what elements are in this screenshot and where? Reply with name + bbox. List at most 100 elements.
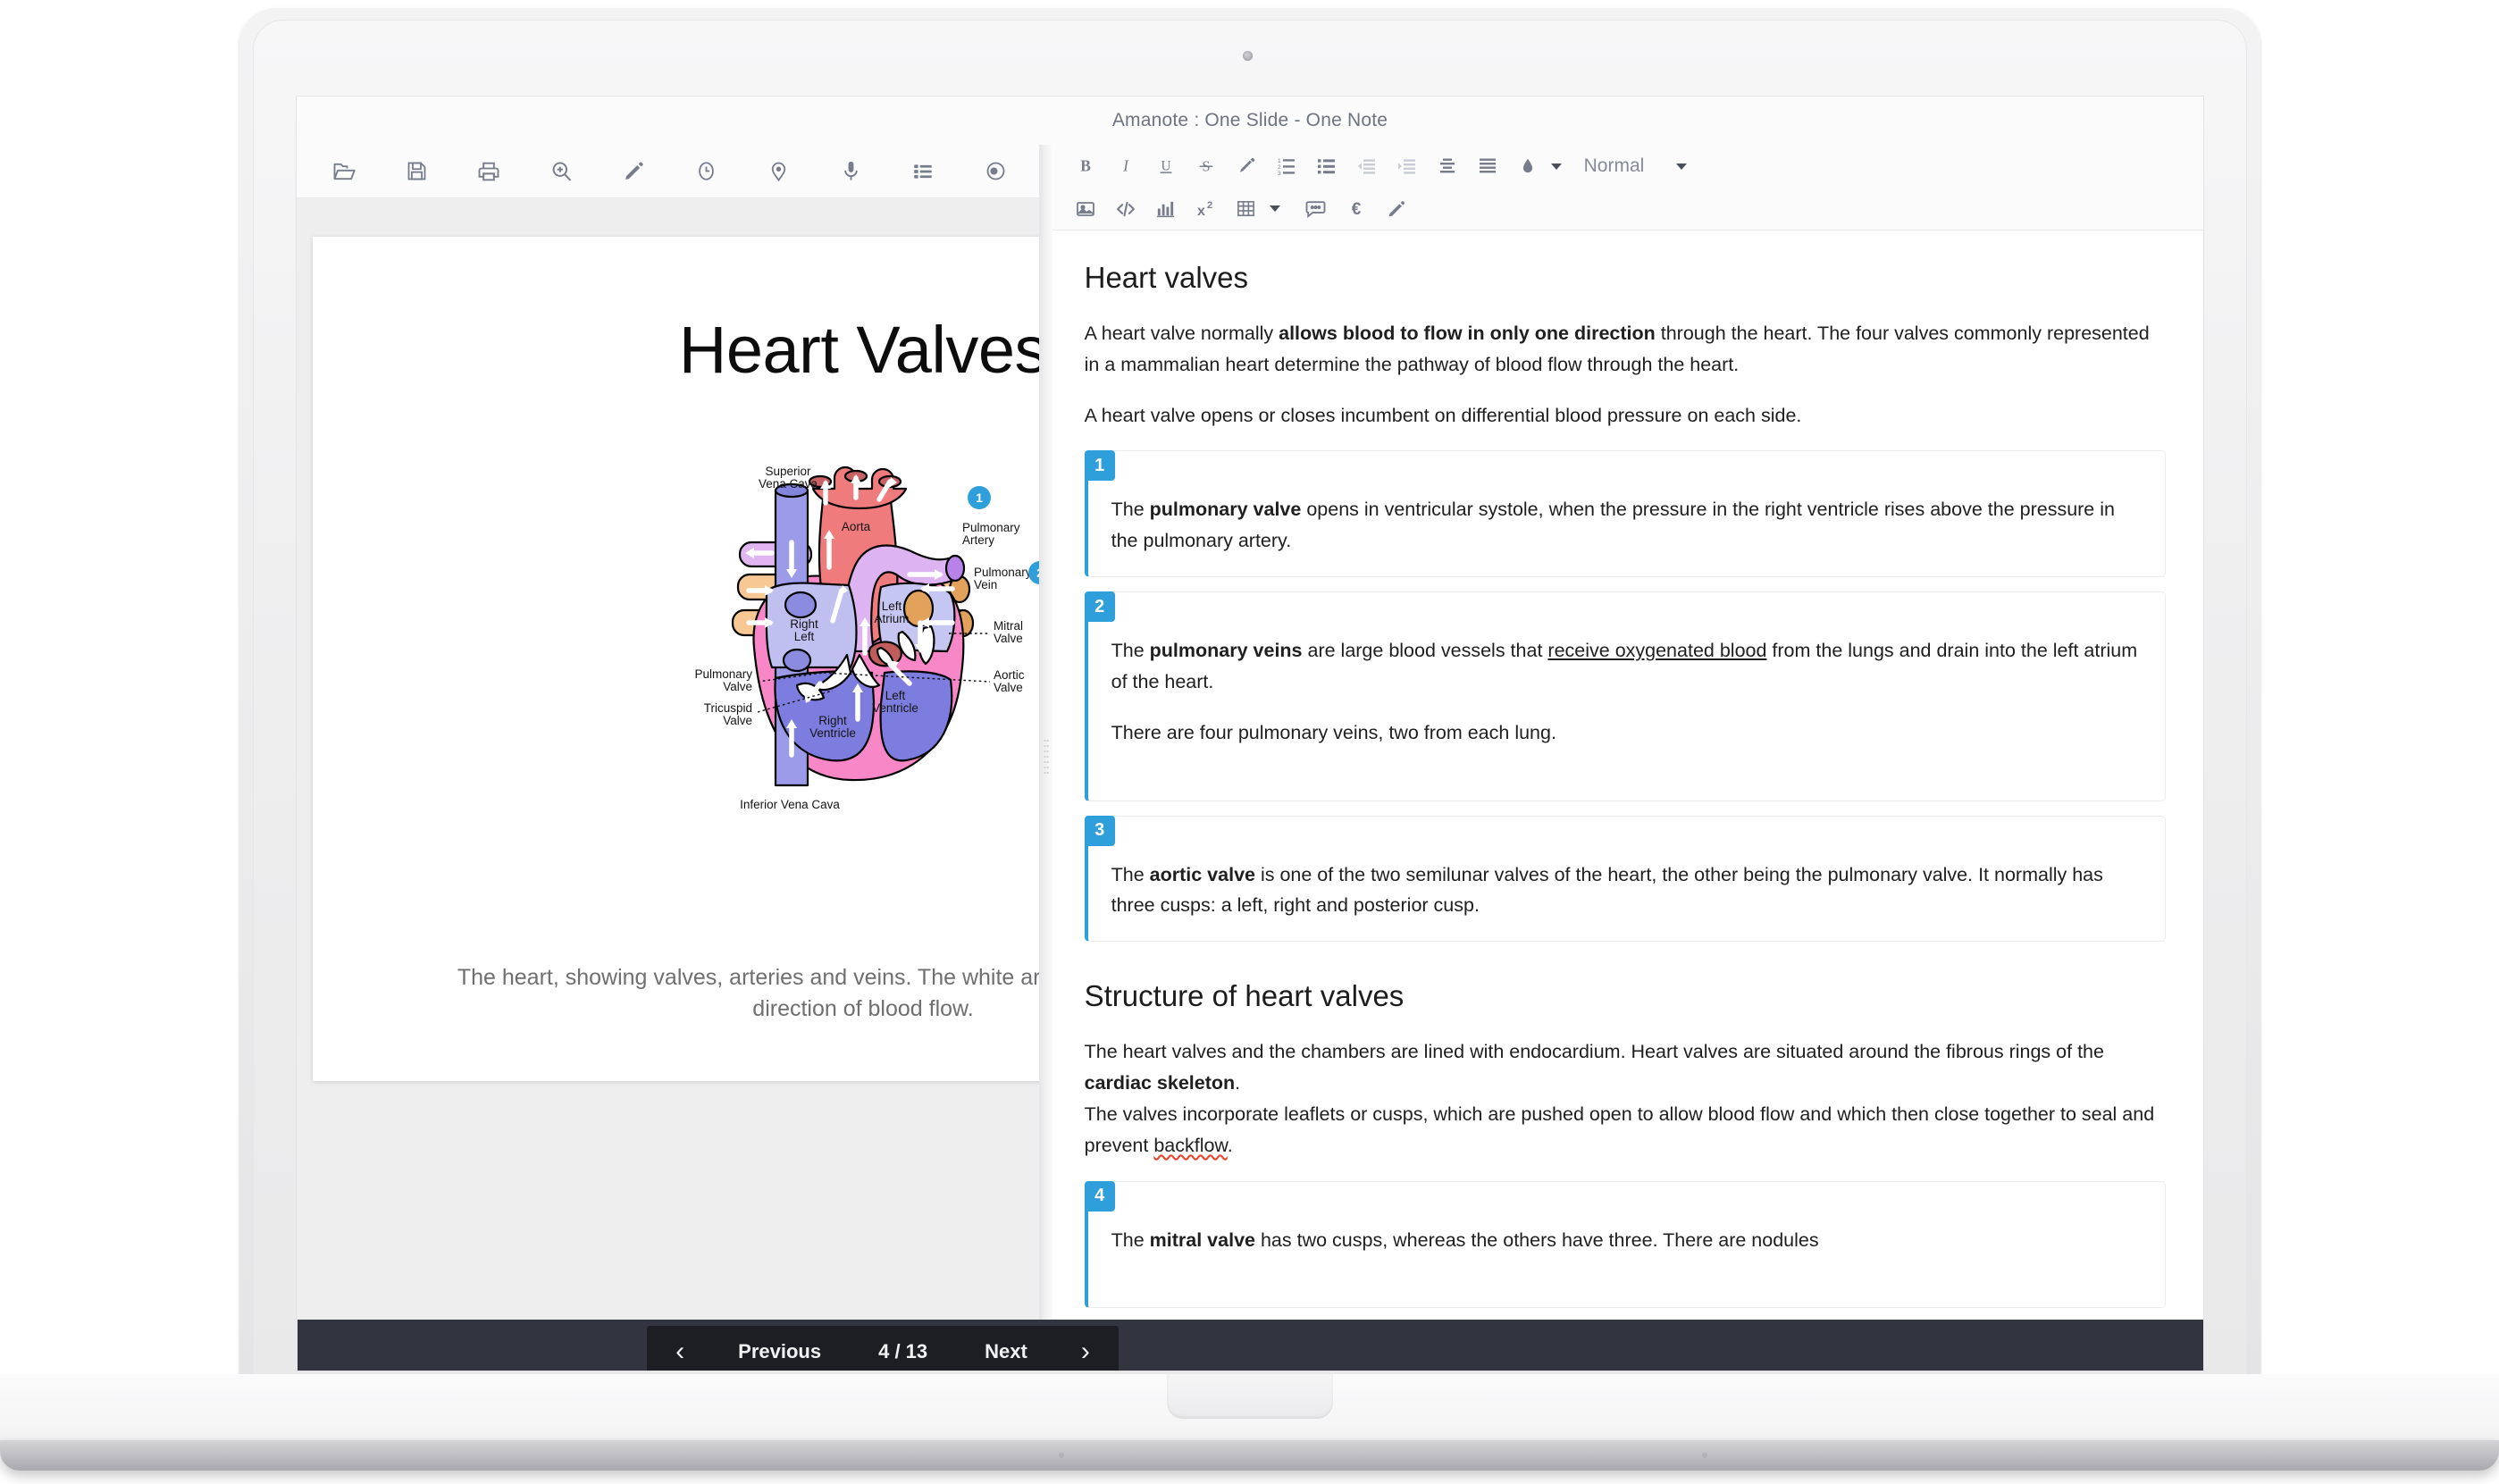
note-p1-bold-b: only one direction [1490, 323, 1656, 344]
callout-3-part-b: is one of the two semilunar valves of th… [1111, 864, 2103, 917]
window-titlebar: Amanote : One Slide - One Note [297, 96, 2203, 145]
clock-icon[interactable] [689, 155, 723, 189]
label-aortic-valve-line1: Aortic [994, 668, 1025, 682]
note-p4-misspelled-word: backflow [1153, 1135, 1227, 1156]
laptop-base-notch [1167, 1374, 1333, 1419]
label-right-ventricle-line2: Ventricle [809, 726, 856, 740]
label-mitral-valve-line2: Valve [994, 632, 1023, 645]
laptop-base-edge [0, 1440, 2499, 1471]
insert-image-icon[interactable] [1067, 192, 1104, 226]
label-pulmonary-vein-line2: Vein [974, 578, 997, 591]
zoom-in-icon[interactable] [544, 155, 578, 189]
slide-navigation-bar: ‹ Previous 4 / 13 Next › [298, 1320, 1468, 1371]
label-inferior-vena-cava: Inferior Vena Cava [740, 798, 840, 811]
callout-1-bold: pulmonary valve [1150, 499, 1302, 520]
paragraph-style-dropdown-icon[interactable] [1676, 163, 1687, 170]
open-file-icon[interactable] [327, 155, 361, 189]
list-icon[interactable] [906, 155, 940, 189]
print-icon[interactable] [472, 155, 506, 189]
svg-text:3: 3 [1278, 171, 1281, 177]
label-pulmonary-artery-line1: Pulmonary [962, 521, 1020, 534]
label-right-atrium-line1: Right [790, 617, 818, 631]
application-window: Amanote : One Slide - One Note [296, 96, 2204, 1371]
callout-4-part-b: has two cusps, whereas the others have t… [1255, 1229, 1819, 1251]
indent-icon[interactable] [1388, 149, 1426, 183]
special-character-icon[interactable]: € [1338, 192, 1375, 226]
callout-2-underline: receive oxygenated blood [1547, 640, 1766, 661]
callout-2-badge[interactable]: 2 [1085, 591, 1115, 622]
label-pulmonary-artery-line2: Artery [962, 533, 994, 547]
next-arrow-icon[interactable]: › [1058, 1326, 1113, 1371]
window-title: Amanote : One Slide - One Note [1112, 110, 1388, 131]
location-pin-icon[interactable] [761, 155, 795, 189]
svg-text:x: x [1197, 204, 1205, 219]
pencil-icon[interactable] [616, 155, 650, 189]
underline-icon[interactable]: U [1147, 149, 1185, 183]
label-superior-vena-cava-line1: Superior [765, 465, 811, 478]
draw-icon[interactable] [1378, 192, 1415, 226]
unordered-list-icon[interactable] [1308, 149, 1346, 183]
paragraph-style-select[interactable]: Normal [1584, 155, 1688, 177]
code-block-icon[interactable] [1107, 192, 1145, 226]
callout-2-text-second: There are four pulmonary veins, two from… [1111, 717, 2142, 749]
note-p4-end: . [1228, 1135, 1233, 1156]
callout-2: 2 The pulmonary veins are large blood ve… [1085, 591, 2166, 801]
note-p3-part-a: The heart valves and the chambers are li… [1085, 1041, 2104, 1062]
label-tricuspid-valve-line2: Valve [723, 714, 752, 727]
text-color-dropdown-icon[interactable] [1551, 163, 1562, 170]
slide-caption: The heart, showing valves, arteries and … [429, 962, 1039, 1024]
note-pane: B I U S [1052, 145, 2203, 1371]
note-p4-part-a: The valves incorporate leaflets or cusps… [1085, 1103, 2155, 1156]
base-foot-left [1059, 1453, 1064, 1458]
note-editor[interactable]: Heart valves A heart valve normally allo… [1052, 231, 2203, 1371]
pane-splitter[interactable] [1040, 145, 1052, 1371]
callout-1-badge[interactable]: 1 [1085, 450, 1115, 481]
strikethrough-icon[interactable]: S [1187, 149, 1225, 183]
callout-4: 4 The mitral valve has two cusps, wherea… [1085, 1181, 2166, 1309]
format-toolbar: B I U S [1052, 145, 2203, 231]
callout-3-part-a: The [1111, 864, 1150, 885]
callout-3-bold: aortic valve [1150, 864, 1255, 885]
outdent-icon[interactable] [1348, 149, 1386, 183]
callout-4-badge[interactable]: 4 [1085, 1181, 1115, 1212]
eye-icon[interactable] [978, 155, 1012, 189]
save-icon[interactable] [399, 155, 433, 189]
comment-icon[interactable] [1297, 192, 1335, 226]
note-heading-2: Structure of heart valves [1085, 979, 2166, 1013]
insert-table-dropdown-icon[interactable] [1270, 205, 1280, 212]
note-paragraph-3: The heart valves and the chambers are li… [1085, 1036, 2166, 1099]
note-p3-bold: cardiac skeleton [1085, 1072, 1236, 1094]
note-paragraph-4: The valves incorporate leaflets or cusps… [1085, 1099, 2166, 1161]
next-button[interactable]: Next [954, 1326, 1058, 1371]
label-superior-vena-cava-line2: Vena Cava [759, 477, 818, 490]
highlighter-icon[interactable] [1228, 149, 1265, 183]
split-panes: Heart Valves [297, 145, 2203, 1371]
bold-icon[interactable]: B [1067, 149, 1104, 183]
slide-scroll-area[interactable]: Heart Valves [297, 198, 1039, 1371]
label-left-ventricle-line2: Ventricle [872, 701, 918, 715]
callout-3: 3 The aortic valve is one of the two sem… [1085, 816, 2166, 943]
document-toolbar [297, 145, 1039, 198]
label-aorta: Aorta [842, 520, 871, 533]
superscript-icon[interactable]: x 2 [1187, 192, 1225, 226]
callout-1-text: The pulmonary valve opens in ventricular… [1111, 494, 2142, 557]
align-justify-icon[interactable] [1469, 149, 1506, 183]
previous-button[interactable]: Previous [708, 1326, 851, 1371]
svg-text:U: U [1161, 159, 1170, 174]
webcam-icon [1243, 51, 1253, 61]
text-color-icon[interactable] [1509, 149, 1547, 183]
callout-4-text: The mitral valve has two cusps, whereas … [1111, 1225, 2142, 1256]
label-left-atrium-line2: Atrium [874, 612, 909, 625]
italic-icon[interactable]: I [1107, 149, 1145, 183]
align-center-icon[interactable] [1429, 149, 1466, 183]
slide-title: Heart Valves [313, 312, 1039, 388]
ordered-list-icon[interactable]: 1 2 3 [1268, 149, 1305, 183]
svg-text:2: 2 [1278, 164, 1281, 171]
microphone-icon[interactable] [834, 155, 868, 189]
callout-3-text: The aortic valve is one of the two semil… [1111, 859, 2142, 922]
splitter-grip-icon [1044, 738, 1049, 777]
previous-arrow-icon[interactable]: ‹ [652, 1326, 708, 1371]
insert-table-icon[interactable] [1228, 192, 1265, 226]
callout-3-badge[interactable]: 3 [1085, 816, 1115, 846]
insert-chart-icon[interactable] [1147, 192, 1185, 226]
